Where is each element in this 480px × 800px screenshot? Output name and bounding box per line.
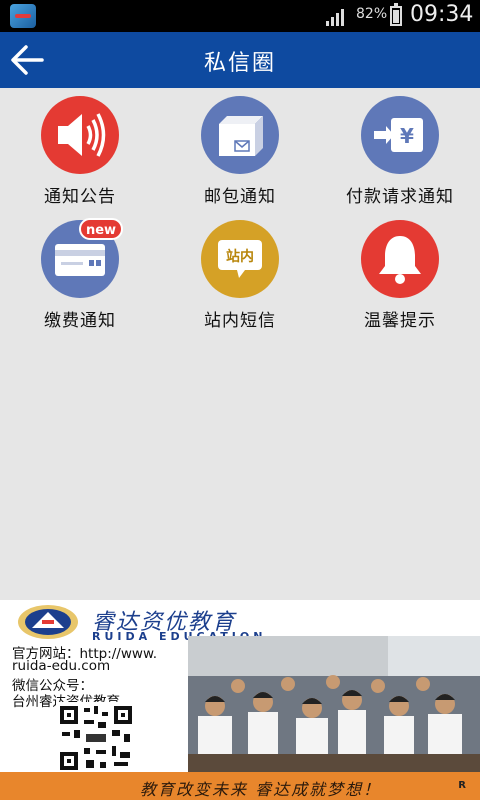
menu-item-label: 通知公告: [44, 187, 116, 207]
payment-request-icon: ¥: [361, 96, 439, 174]
clock: 09:34: [410, 2, 474, 27]
qr-code-icon: [56, 702, 136, 774]
battery-icon: [390, 3, 402, 26]
yen-symbol: ¥: [400, 124, 414, 148]
menu-item-reminder[interactable]: 温馨提示: [320, 220, 480, 331]
new-badge-text: new: [86, 223, 116, 238]
menu-item-announcements[interactable]: 通知公告: [0, 96, 160, 207]
registered-mark: R: [458, 780, 466, 791]
banner-footer: 教育改变未来 睿达成就梦想！ R: [0, 772, 480, 800]
parcel-icon: [201, 96, 279, 174]
menu-item-parcel[interactable]: 邮包通知: [160, 96, 320, 207]
ad-banner[interactable]: 睿达资优教育 RUIDA EDUCATION 官方网站：http://www. …: [0, 600, 480, 800]
megaphone-icon: [41, 96, 119, 174]
classroom-photo: [188, 636, 480, 772]
bell-icon: [361, 220, 439, 298]
new-badge: new: [79, 218, 123, 240]
message-bubble-text: 站内: [226, 248, 254, 265]
menu-item-payment-request[interactable]: ¥ 付款请求通知: [320, 96, 480, 207]
app-header: 私信圈: [0, 32, 480, 88]
menu-item-label: 缴费通知: [44, 311, 116, 331]
website-domain: ruida-edu.com: [12, 658, 111, 674]
card-new-icon: new: [41, 218, 123, 298]
menu-item-label: 温馨提示: [364, 311, 436, 331]
menu-item-label: 邮包通知: [204, 187, 276, 207]
slogan: 教育改变未来 睿达成就梦想！: [140, 780, 382, 799]
battery-percent: 82%: [356, 6, 388, 22]
menu-item-internal-message[interactable]: 站内 站内短信: [160, 220, 320, 331]
page-title: 私信圈: [203, 51, 276, 76]
signal-icon: [326, 9, 344, 26]
ruida-logo-icon: [18, 605, 78, 639]
app-notification-icon: [10, 4, 36, 28]
menu-item-fee-notice[interactable]: new 缴费通知: [0, 218, 160, 331]
message-bubble-icon: 站内: [201, 220, 279, 298]
status-bar: 82% 09:34: [0, 0, 480, 32]
menu-item-label: 站内短信: [204, 311, 276, 331]
menu-item-label: 付款请求通知: [346, 187, 454, 207]
